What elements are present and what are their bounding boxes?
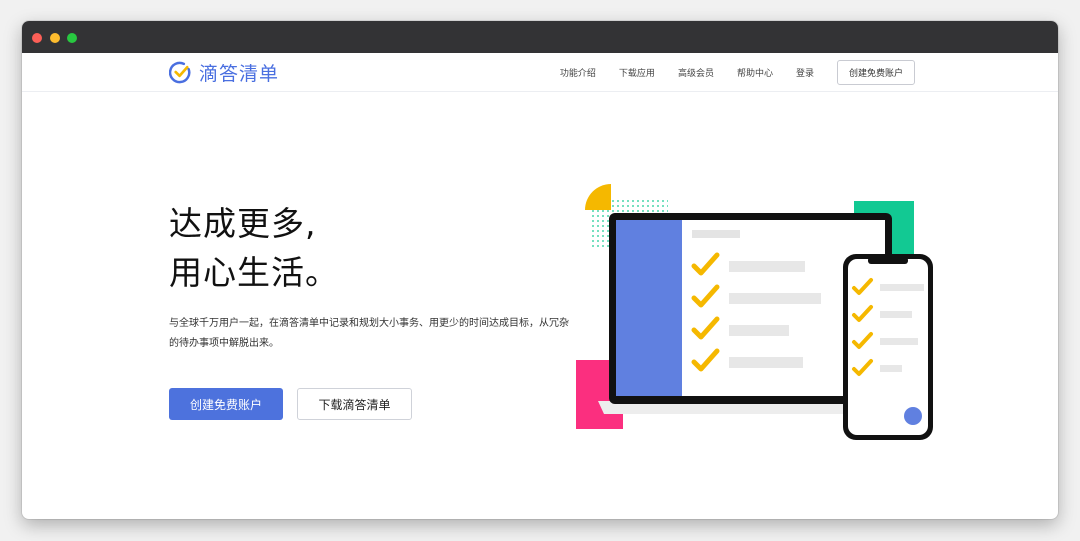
nav-link-premium[interactable]: 高级会员 [678, 66, 714, 79]
hero-title-line-1: 达成更多, [169, 204, 317, 243]
logo[interactable]: 滴答清单 [169, 59, 279, 86]
download-app-button[interactable]: 下载滴答清单 [297, 388, 412, 420]
minimize-window-button[interactable] [50, 33, 60, 43]
hero-illustration [576, 184, 938, 450]
yellow-quarter-circle [585, 184, 611, 210]
browser-window: 滴答清单 功能介绍 下载应用 高级会员 帮助中心 登录 创建免费账户 达成更多,… [22, 21, 1058, 519]
close-window-button[interactable] [32, 33, 42, 43]
logo-check-icon [169, 61, 192, 84]
nav-links: 功能介绍 下载应用 高级会员 帮助中心 登录 创建免费账户 [560, 53, 1058, 92]
hero-title: 达成更多, 用心生活。 [169, 199, 339, 297]
window-titlebar [22, 21, 1058, 53]
hero-description: 与全球千万用户一起，在滴答清单中记录和规划大小事务、用更少的时间达成目标，从冗杂… [169, 318, 569, 349]
nav-link-help[interactable]: 帮助中心 [737, 66, 773, 79]
create-account-button[interactable]: 创建免费账户 [169, 388, 283, 420]
nav-signup-button[interactable]: 创建免费账户 [836, 60, 915, 85]
hero-title-line-2: 用心生活。 [169, 253, 339, 292]
nav-link-features[interactable]: 功能介绍 [560, 66, 596, 79]
phone-device [843, 254, 933, 440]
top-navigation: 滴答清单 功能介绍 下载应用 高级会员 帮助中心 登录 创建免费账户 [22, 53, 1058, 92]
nav-link-login[interactable]: 登录 [796, 66, 814, 79]
nav-link-download[interactable]: 下载应用 [619, 66, 655, 79]
maximize-window-button[interactable] [67, 33, 77, 43]
logo-text: 滴答清单 [199, 63, 280, 85]
